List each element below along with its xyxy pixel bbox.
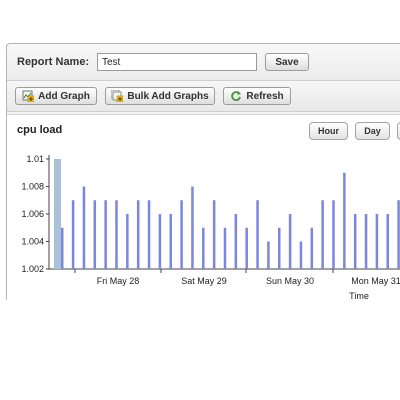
hover-band bbox=[54, 159, 61, 269]
save-button[interactable]: Save bbox=[265, 53, 309, 71]
x-tick-label: Sat May 29 bbox=[181, 276, 227, 286]
data-bar bbox=[375, 214, 379, 269]
data-bar bbox=[397, 200, 400, 269]
data-bar bbox=[353, 214, 357, 269]
data-bar bbox=[71, 200, 75, 269]
data-bar bbox=[332, 200, 335, 269]
report-name-label: Report Name: bbox=[17, 56, 90, 68]
report-name-row: Report Name: Save bbox=[7, 44, 400, 81]
data-bar bbox=[202, 227, 205, 269]
refresh-label: Refresh bbox=[246, 90, 284, 102]
x-axis-label: Time bbox=[349, 291, 369, 301]
data-bar bbox=[169, 214, 172, 269]
data-bar bbox=[364, 214, 368, 269]
data-bar bbox=[245, 227, 248, 269]
data-bar bbox=[299, 241, 303, 269]
data-bar bbox=[212, 200, 216, 269]
graph-toolbar: Add Graph Bulk Add Graphs Refresh bbox=[7, 81, 400, 112]
data-bar bbox=[191, 186, 194, 269]
data-bar bbox=[321, 200, 324, 269]
data-bar bbox=[223, 227, 227, 269]
data-bar bbox=[256, 200, 259, 269]
data-bar bbox=[158, 214, 162, 269]
data-bar bbox=[115, 200, 118, 269]
save-button-label: Save bbox=[275, 56, 299, 68]
y-tick-label: 1.008 bbox=[21, 182, 44, 192]
report-panel: Report Name: Save Add Graph bbox=[6, 43, 400, 302]
data-bar bbox=[267, 241, 270, 269]
data-bar bbox=[234, 214, 238, 269]
cpu-load-chart: 1.01 1.008 1.006 1.004 1.002 Fri May 28 Sat Ma… bbox=[21, 154, 400, 301]
data-bar bbox=[386, 214, 389, 269]
data-bar bbox=[288, 214, 292, 269]
report-name-input[interactable] bbox=[97, 53, 257, 71]
y-tick-label: 1.002 bbox=[21, 264, 44, 274]
add-graph-icon bbox=[22, 90, 35, 103]
bulk-add-icon bbox=[110, 89, 124, 103]
y-tick-label: 1.004 bbox=[21, 237, 44, 247]
data-bar bbox=[93, 200, 97, 269]
y-tick-label: 1.006 bbox=[21, 209, 44, 219]
data-bar bbox=[104, 200, 107, 269]
data-bar bbox=[82, 186, 86, 269]
data-bar bbox=[61, 227, 64, 269]
add-graph-button[interactable]: Add Graph bbox=[15, 87, 97, 105]
data-bar bbox=[278, 227, 281, 269]
data-bar bbox=[343, 172, 346, 269]
refresh-icon bbox=[230, 90, 242, 102]
x-tick-label: Mon May 31 bbox=[351, 276, 400, 286]
data-bar bbox=[147, 200, 151, 269]
bulk-add-graphs-button[interactable]: Bulk Add Graphs bbox=[105, 87, 215, 105]
x-tick-label: Fri May 28 bbox=[97, 276, 140, 286]
y-tick-label: 1.01 bbox=[26, 154, 44, 164]
add-graph-label: Add Graph bbox=[38, 90, 90, 102]
data-bar bbox=[136, 200, 140, 269]
data-bar bbox=[126, 214, 129, 269]
bulk-add-graphs-label: Bulk Add Graphs bbox=[127, 90, 209, 102]
x-tick-label: Sun May 30 bbox=[266, 276, 314, 286]
data-bar bbox=[310, 227, 314, 269]
data-bar bbox=[180, 200, 183, 269]
graph-area: cpu load Hour Day 1.01 1.008 1.006 1.004 1.0… bbox=[7, 114, 400, 302]
refresh-button[interactable]: Refresh bbox=[223, 87, 291, 105]
